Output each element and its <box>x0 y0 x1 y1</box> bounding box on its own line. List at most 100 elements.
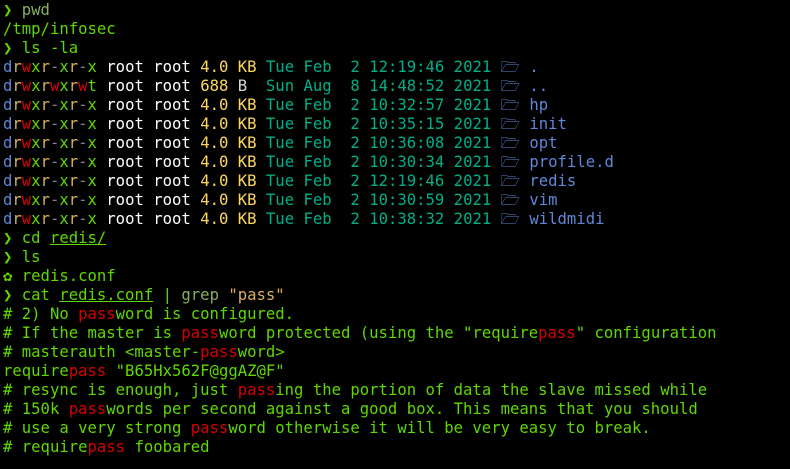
terminal-text: x <box>31 210 41 228</box>
terminal-text: - <box>49 96 60 114</box>
terminal-line: # resync is enough, just passing the por… <box>3 381 788 400</box>
terminal-text: t <box>87 77 97 95</box>
terminal-text: w <box>21 115 32 133</box>
terminal-text: r <box>68 153 79 171</box>
terminal-text: 4.0 <box>200 115 229 133</box>
terminal-text: root root <box>96 153 201 171</box>
terminal-text: x <box>59 191 69 209</box>
terminal-text: d <box>3 96 13 114</box>
terminal-text: x <box>59 153 69 171</box>
terminal-text: d <box>3 153 13 171</box>
terminal-line: drwxr-xr-x root root 4.0 KB Tue Feb 2 10… <box>3 96 788 115</box>
terminal-text: pass <box>78 305 116 323</box>
terminal-text: redis.conf <box>21 267 116 285</box>
terminal-text: w <box>21 77 32 95</box>
terminal-text: x <box>87 153 97 171</box>
terminal-text: Sun Aug 8 14:48:52 2021 <box>247 77 501 95</box>
terminal-text: 🗁 opt <box>500 134 558 152</box>
terminal-text: pass <box>538 324 576 342</box>
terminal-text: KB <box>237 96 257 114</box>
terminal-text: # 150k <box>3 400 69 418</box>
terminal-text: 4.0 <box>200 58 229 76</box>
terminal-text: x <box>31 191 41 209</box>
terminal-text: - <box>78 134 88 152</box>
prompt-symbol: ❯ <box>3 39 22 57</box>
terminal-text: 🗁 wildmidi <box>500 210 605 228</box>
terminal-text: r <box>12 153 22 171</box>
terminal-text: - <box>78 115 88 133</box>
terminal-text: - <box>49 115 60 133</box>
terminal-text: root root <box>96 96 201 114</box>
terminal-line: ✿ redis.conf <box>3 267 788 286</box>
terminal-text: r <box>68 191 79 209</box>
terminal-text: x <box>59 210 69 228</box>
terminal-text: 🗁 hp <box>500 96 549 114</box>
terminal-text: x <box>31 96 41 114</box>
terminal-line: drwxr-xr-x root root 4.0 KB Tue Feb 2 10… <box>3 210 788 229</box>
terminal-text: - <box>78 191 88 209</box>
terminal-text: # masterauth <master- <box>3 343 201 361</box>
terminal-text: w <box>49 77 60 95</box>
terminal-text: d <box>3 77 13 95</box>
terminal-text: ls -la <box>21 39 79 57</box>
terminal-text: w <box>21 58 32 76</box>
terminal-window[interactable]: ❯ pwd/tmp/infosec ❯ ls -la drwxr-xr-x root… <box>3 1 788 469</box>
terminal-text: r <box>68 172 79 190</box>
terminal-text: /tmp/infosec <box>3 20 116 38</box>
terminal-text: 🗁 redis <box>500 172 577 190</box>
terminal-text: root root <box>96 191 201 209</box>
terminal-text: words per second against a good box. Thi… <box>106 400 698 418</box>
terminal-text: r <box>68 115 79 133</box>
terminal-text: # 2) No <box>3 305 79 323</box>
terminal-text: 4.0 <box>200 210 229 228</box>
terminal-text: r <box>12 77 22 95</box>
terminal-text: x <box>31 153 41 171</box>
terminal-text: root root <box>96 210 201 228</box>
terminal-text: r <box>12 191 22 209</box>
terminal-text: x <box>59 77 69 95</box>
terminal-text: x <box>87 172 97 190</box>
terminal-text: r <box>40 172 50 190</box>
terminal-text: require <box>3 362 69 380</box>
terminal-text: 🗁 vim <box>500 191 558 209</box>
terminal-text: d <box>3 58 13 76</box>
terminal-line: drwxr-xr-x root root 4.0 KB Tue Feb 2 12… <box>3 172 788 191</box>
terminal-text: KB <box>237 210 257 228</box>
terminal-line: # If the master is password protected (u… <box>3 324 788 343</box>
terminal-line: # 150k passwords per second against a go… <box>3 400 788 419</box>
terminal-text: # require <box>3 438 88 456</box>
terminal-text: KB <box>237 153 257 171</box>
terminal-text: 4.0 <box>200 153 229 171</box>
terminal-text: cat <box>21 286 60 304</box>
terminal-text: | <box>153 286 182 304</box>
terminal-text: x <box>31 115 41 133</box>
terminal-text: r <box>12 115 22 133</box>
terminal-text: pass <box>200 343 238 361</box>
terminal-text: w <box>21 153 32 171</box>
prompt-symbol: ❯ <box>3 248 22 266</box>
terminal-text: Tue Feb 2 10:30:59 2021 <box>256 191 501 209</box>
terminal-text: pass <box>68 400 107 418</box>
terminal-text: foobared <box>125 438 210 456</box>
terminal-text: r <box>68 96 79 114</box>
terminal-text: Tue Feb 2 10:38:32 2021 <box>256 210 501 228</box>
terminal-text: r <box>40 210 50 228</box>
terminal-text: w <box>21 210 32 228</box>
prompt-symbol: ❯ <box>3 229 22 247</box>
terminal-text: Tue Feb 2 10:32:57 2021 <box>256 96 501 114</box>
terminal-text: r <box>40 134 50 152</box>
terminal-text: - <box>49 191 60 209</box>
terminal-line: drwxr-xr-x root root 4.0 KB Tue Feb 2 10… <box>3 153 788 172</box>
terminal-text: Tue Feb 2 12:19:46 2021 <box>256 172 501 190</box>
terminal-text: root root <box>96 58 201 76</box>
terminal-text: " configuration <box>575 324 717 342</box>
terminal-text: w <box>21 172 32 190</box>
terminal-text: pass <box>87 438 126 456</box>
terminal-text: KB <box>237 172 257 190</box>
terminal-text: x <box>59 96 69 114</box>
